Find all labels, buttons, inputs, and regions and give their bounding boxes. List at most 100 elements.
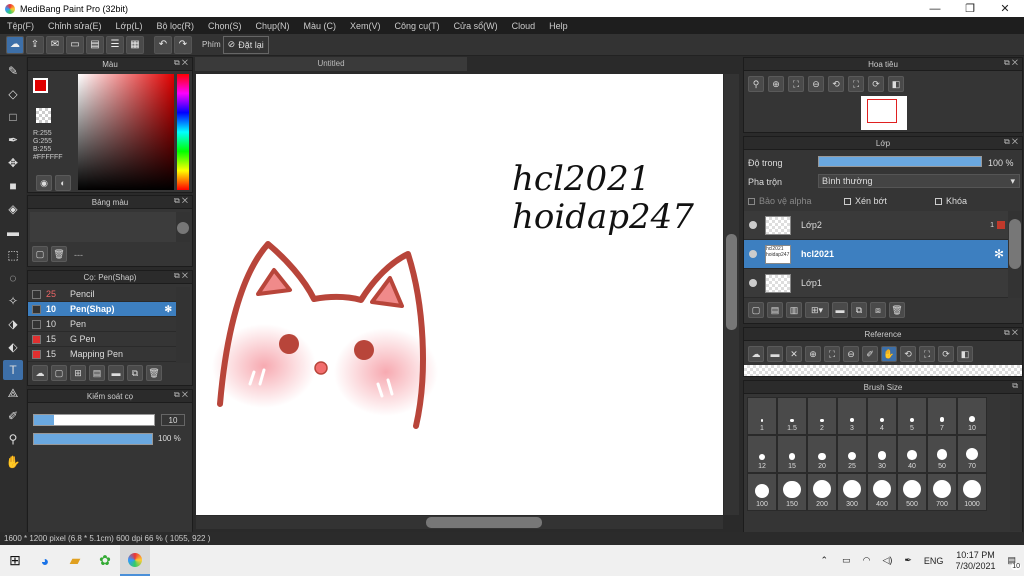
eyedropper-tool-icon[interactable]: ⚲ [3, 429, 23, 449]
zoom-out-icon[interactable]: ⊖ [808, 76, 824, 92]
menu-select[interactable]: Chọn(S) [201, 21, 249, 31]
language-indicator[interactable]: ENG [924, 556, 944, 566]
duplicate-layer-icon[interactable]: ⧉ [851, 302, 867, 318]
brush-size-cell[interactable]: 100 [747, 473, 777, 511]
brush-size-cell[interactable]: 300 [837, 473, 867, 511]
brush-size-cell[interactable]: 12 [747, 435, 777, 473]
visibility-eye-icon[interactable] [749, 221, 757, 229]
brush-settings-icon[interactable]: ▤ [89, 365, 105, 381]
new-brush-icon[interactable]: ▢ [51, 365, 67, 381]
fill-rect-tool-icon[interactable]: ■ [3, 176, 23, 196]
reference-canvas[interactable] [744, 365, 1022, 376]
panel-close-icon[interactable]: ⧉ ✕ [1004, 137, 1018, 147]
menu-filter[interactable]: Bộ lọc(R) [149, 21, 201, 31]
menu-tools[interactable]: Công cụ(T) [388, 21, 447, 31]
canvas-vertical-scrollbar[interactable] [724, 74, 739, 515]
pen-icon[interactable]: ✒ [904, 555, 912, 566]
menu-file[interactable]: Tệp(F) [0, 21, 41, 31]
duplicate-icon[interactable]: ⧉ [127, 365, 143, 381]
brush-item-pen[interactable]: 10 Pen [28, 317, 176, 332]
reset-button[interactable]: ⊘ Đặt lại [222, 35, 269, 54]
hand-tool-icon[interactable]: ✋ [3, 452, 23, 472]
document-tab[interactable]: Untitled [195, 57, 467, 71]
tray-chevron-up-icon[interactable]: ⌃ [821, 555, 829, 566]
ref-rotate-right-icon[interactable]: ⟳ [938, 346, 954, 362]
edge-browser-icon[interactable]: ◕ [30, 545, 60, 576]
ref-hand-icon[interactable]: ✋ [881, 346, 897, 362]
navigator-preview[interactable] [861, 96, 907, 130]
brush-item-pencil[interactable]: 25 Pencil [28, 287, 176, 302]
battery-icon[interactable]: ▭ [842, 555, 851, 566]
foreground-color-swatch[interactable] [33, 78, 48, 93]
brush-size-cell[interactable]: 70 [957, 435, 987, 473]
brush-size-cell[interactable]: 7 [927, 397, 957, 435]
brush-size-slider[interactable] [33, 414, 155, 426]
brush-size-cell[interactable]: 25 [837, 435, 867, 473]
menu-cloud[interactable]: Cloud [505, 21, 543, 31]
brush-size-cell[interactable]: 50 [927, 435, 957, 473]
settings-gear-icon[interactable]: ✻ [164, 304, 172, 315]
select-eraser-tool-icon[interactable]: ⬖ [3, 337, 23, 357]
palette-area[interactable] [30, 212, 176, 242]
rotate-left-icon[interactable]: ⟲ [828, 76, 844, 92]
brush-size-cell[interactable]: 4 [867, 397, 897, 435]
brush-item-pen-shap[interactable]: 10 Pen(Shap) ✻ [28, 302, 176, 317]
menu-help[interactable]: Help [542, 21, 575, 31]
clipping-checkbox[interactable]: Xén bớt [844, 196, 887, 206]
menu-view[interactable]: Xem(V) [343, 21, 388, 31]
blend-mode-select[interactable]: Bình thường ▾ [818, 174, 1020, 188]
wifi-icon[interactable]: ◠ [863, 555, 871, 566]
panel-close-icon[interactable]: ⧉ ✕ [174, 196, 188, 206]
layer-item-hcl2021[interactable]: hcl2021 hoidap247 hcl2021 ✻ [744, 240, 1008, 269]
panel-close-icon[interactable]: ⧉ ✕ [174, 390, 188, 400]
select-pen-tool-icon[interactable]: ⬗ [3, 314, 23, 334]
flip-icon[interactable]: ◧ [888, 76, 904, 92]
new-layer-icon[interactable]: ▢ [748, 302, 764, 318]
gradient-tool-icon[interactable]: ▬ [3, 222, 23, 242]
zoom-search-icon[interactable]: ⚲ [748, 76, 764, 92]
dropper-tool-icon[interactable]: ✐ [3, 406, 23, 426]
cloud-icon[interactable]: ☁ [6, 35, 24, 54]
panel-close-icon[interactable]: ⧉ ✕ [174, 271, 188, 281]
brush-opacity-slider[interactable] [33, 433, 153, 445]
delete-brush-icon[interactable]: 🗑 [146, 365, 162, 381]
ref-close-icon[interactable]: ✕ [786, 346, 802, 362]
brush-size-scrollbar[interactable] [1010, 395, 1022, 531]
menu-window[interactable]: Cửa sổ(W) [447, 21, 505, 31]
chat-icon[interactable]: ▭ [66, 35, 84, 54]
layer-settings-gear-icon[interactable]: ✻ [994, 247, 1004, 261]
text-tool-icon[interactable]: T [3, 360, 23, 380]
select-tool-icon[interactable]: ⬚ [3, 245, 23, 265]
delete-palette-icon[interactable]: 🗑 [51, 246, 67, 262]
brush-size-cell[interactable]: 400 [867, 473, 897, 511]
canvas-horizontal-scrollbar[interactable] [196, 516, 723, 529]
fit-screen-icon[interactable]: ⛶ [848, 76, 864, 92]
layer-opacity-slider[interactable] [818, 156, 982, 167]
brush-size-cell[interactable]: 15 [777, 435, 807, 473]
fit-icon[interactable]: ⛶ [788, 76, 804, 92]
rectangle-tool-icon[interactable]: □ [3, 107, 23, 127]
bucket-tool-icon[interactable]: ◈ [3, 199, 23, 219]
delete-layer-icon[interactable]: 🗑 [889, 302, 905, 318]
brush-size-cell[interactable]: 20 [807, 435, 837, 473]
clock[interactable]: 10:17 PM 7/30/2021 [955, 550, 995, 572]
ref-fit-screen-icon[interactable]: ⛶ [919, 346, 935, 362]
close-button[interactable]: ✕ [988, 0, 1022, 17]
layer-folder-icon[interactable]: ▬ [832, 302, 848, 318]
list-icon[interactable]: ☰ [106, 35, 124, 54]
add-brush-icon[interactable]: ⊞ [70, 365, 86, 381]
zoom-in-icon[interactable]: ⊕ [768, 76, 784, 92]
panel-close-icon[interactable]: ⧉ ✕ [1004, 328, 1018, 338]
comment-icon[interactable]: ✉ [46, 35, 64, 54]
brush-size-value[interactable]: 10 [161, 414, 185, 426]
transparent-swatch[interactable] [36, 108, 51, 123]
minimize-button[interactable]: — [918, 0, 952, 17]
divide-tool-icon[interactable]: ⟁ [3, 383, 23, 403]
panel-expand-icon[interactable]: ⧉ [1012, 381, 1018, 391]
ref-rotate-left-icon[interactable]: ⟲ [900, 346, 916, 362]
brush-size-cell[interactable]: 5 [897, 397, 927, 435]
eraser-tool-icon[interactable]: ◇ [3, 84, 23, 104]
visibility-eye-icon[interactable] [749, 279, 757, 287]
panel-close-icon[interactable]: ⧉ ✕ [1004, 58, 1018, 68]
folder-icon[interactable]: ▬ [108, 365, 124, 381]
